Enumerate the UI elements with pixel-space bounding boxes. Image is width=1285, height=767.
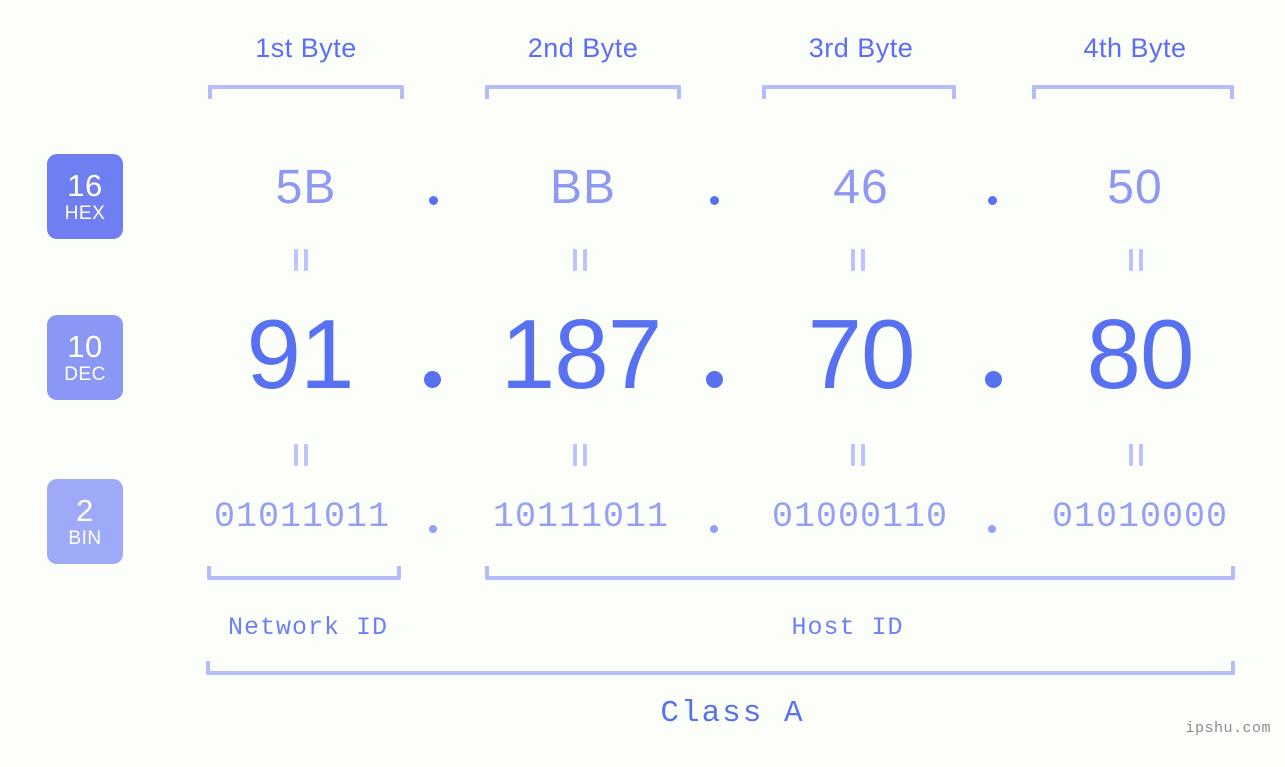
- radix-badge-hex: 16 HEX: [47, 154, 123, 239]
- class-bracket: [206, 661, 1235, 675]
- watermark: ipshu.com: [1185, 720, 1271, 737]
- dec-octet-1: 91: [246, 299, 354, 409]
- equals-mark-dec-bin-4: [1129, 444, 1143, 466]
- hex-separator-dot-3: [988, 196, 997, 205]
- byte-header-3: 3rd Byte: [808, 33, 914, 63]
- radix-badge-bin: 2 BIN: [47, 479, 123, 564]
- ip-address-breakdown-diagram: 1st Byte 2nd Byte 3rd Byte 4th Byte 16 H…: [0, 0, 1285, 767]
- dec-octet-3: 70: [807, 299, 915, 409]
- bin-octet-1: 01011011: [213, 497, 391, 537]
- bin-octet-2: 10111011: [492, 497, 670, 537]
- hex-octet-2: BB: [549, 161, 617, 214]
- equals-mark-dec-bin-1: [294, 444, 308, 466]
- equals-mark-dec-bin-2: [573, 444, 587, 466]
- hex-octet-1: 5B: [275, 161, 337, 214]
- byte-header-2: 2nd Byte: [527, 33, 639, 63]
- hex-octet-4: 50: [1107, 161, 1163, 214]
- bin-separator-dot-3: [988, 525, 996, 533]
- network-id-bracket: [207, 566, 401, 580]
- byte-header-4: 4th Byte: [1083, 33, 1187, 63]
- dec-octet-2: 187: [500, 299, 663, 409]
- radix-badge-hex-system: HEX: [64, 203, 106, 224]
- hex-octet-3: 46: [833, 161, 889, 214]
- bin-octet-3: 01000110: [771, 497, 949, 537]
- dec-octet-4: 80: [1086, 299, 1194, 409]
- byte-bracket-2: [485, 85, 681, 99]
- radix-badge-dec-number: 10: [67, 329, 103, 364]
- byte-bracket-3: [762, 85, 956, 99]
- byte-header-1: 1st Byte: [255, 33, 357, 63]
- radix-badge-bin-number: 2: [76, 493, 94, 528]
- hex-separator-dot-1: [429, 196, 438, 205]
- hex-separator-dot-2: [710, 196, 719, 205]
- equals-mark-dec-bin-3: [851, 444, 865, 466]
- dec-separator-dot-1: [424, 371, 441, 388]
- host-id-label: Host ID: [791, 613, 904, 642]
- byte-bracket-1: [208, 85, 404, 99]
- radix-badge-dec: 10 DEC: [47, 315, 123, 400]
- radix-badge-hex-number: 16: [67, 168, 103, 203]
- bin-octet-4: 01010000: [1051, 497, 1229, 537]
- radix-badge-bin-system: BIN: [68, 528, 102, 549]
- dec-separator-dot-2: [706, 371, 723, 388]
- bin-separator-dot-1: [429, 525, 437, 533]
- bin-separator-dot-2: [710, 525, 718, 533]
- byte-bracket-4: [1032, 85, 1234, 99]
- equals-mark-hex-dec-2: [573, 249, 587, 271]
- host-id-bracket: [485, 566, 1235, 580]
- dec-separator-dot-3: [985, 371, 1002, 388]
- radix-badge-dec-system: DEC: [64, 364, 106, 385]
- equals-mark-hex-dec-1: [294, 249, 308, 271]
- equals-mark-hex-dec-3: [851, 249, 865, 271]
- equals-mark-hex-dec-4: [1129, 249, 1143, 271]
- class-label: Class A: [660, 696, 805, 731]
- network-id-label: Network ID: [227, 613, 389, 642]
